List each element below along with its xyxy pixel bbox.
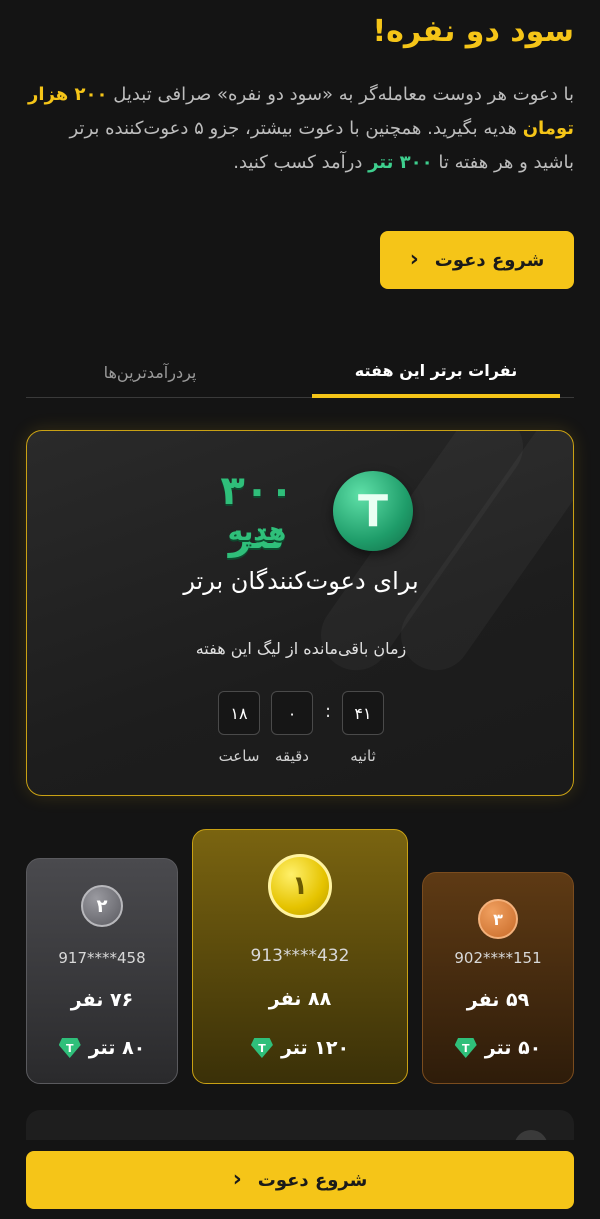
timer-hours: ۱۸	[218, 691, 260, 735]
hours-label: ساعت	[218, 747, 260, 765]
page-title: سود دو نفره!	[372, 14, 574, 49]
tether-icon: T	[454, 1038, 477, 1058]
page-description: با دعوت هر دوست معامله‌گر به «سود دو نفر…	[26, 78, 574, 180]
start-invite-bottom-button[interactable]: شروع دعوت ‹	[26, 1151, 574, 1209]
rank-number: ۳	[493, 909, 503, 929]
bronze-medal-icon: ۳	[478, 899, 518, 939]
leader-reward-value: ۸۰ تتر	[88, 1037, 146, 1059]
description-text-1: با دعوت هر دوست معامله‌گر به «سود دو نفر…	[107, 84, 574, 105]
tether-icon: T	[58, 1038, 81, 1058]
timer-separator: :	[325, 701, 332, 722]
rank-number: ۲	[96, 895, 108, 917]
countdown-label: زمان باقی‌مانده از لیگ این هفته	[195, 639, 407, 658]
tab-top-earners[interactable]: پردرآمدترین‌ها	[26, 346, 274, 398]
page: سود دو نفره! با دعوت هر دوست معامله‌گر ب…	[0, 0, 600, 1219]
leader-card-rank-1: ۱ 913****432 ۸۸ نفر ۱۲۰ تتر T	[192, 829, 408, 1084]
leader-phone: 917****458	[58, 949, 146, 967]
start-invite-label: شروع دعوت	[434, 249, 545, 271]
tab-bar: نفرات برتر این هفته پردرآمدترین‌ها	[26, 346, 574, 398]
silver-medal-icon: ۲	[81, 885, 123, 927]
leader-invite-count: ۵۹ نفر	[466, 989, 530, 1011]
leader-card-rank-2: ۲ 917****458 ۷۶ نفر ۸۰ تتر T	[26, 858, 178, 1084]
seconds-label: ثانیه	[350, 747, 376, 765]
rank-number: ۱	[292, 871, 308, 901]
leader-phone: 913****432	[250, 946, 350, 966]
leader-reward: ۱۲۰ تتر T	[193, 1037, 407, 1059]
countdown-timer: ۴۱ : ۰ ۱۸	[27, 691, 573, 735]
leader-reward-value: ۵۰ تتر	[484, 1037, 542, 1059]
timer-seconds: ۴۱	[342, 691, 384, 735]
banner-caption: برای دعوت‌کنندگان برتر	[183, 567, 419, 595]
leader-card-rank-3: ۳ 902****151 ۵۹ نفر ۵۰ تتر T	[422, 872, 574, 1084]
prize-word: هدیه	[227, 517, 287, 547]
gold-medal-icon: ۱	[268, 854, 332, 918]
timer-minutes: ۰	[271, 691, 313, 735]
tether-coin-icon: T	[333, 471, 413, 551]
chevron-left-icon: ‹	[409, 247, 419, 272]
tab-top-this-week[interactable]: نفرات برتر این هفته	[312, 346, 560, 398]
description-highlight-tether: ۳۰۰ تتر	[368, 152, 433, 173]
leader-phone: 902****151	[454, 949, 542, 967]
leader-invite-count: ۷۶ نفر	[70, 989, 134, 1011]
start-invite-button[interactable]: شروع دعوت ‹	[380, 231, 574, 289]
leader-invite-count: ۸۸ نفر	[268, 988, 332, 1010]
minutes-label: دقیقه	[274, 747, 309, 765]
leader-reward: ۵۰ تتر T	[423, 1037, 573, 1059]
weekly-prize-banner: T ۳۰۰ تتر هدیه برای دعوت‌کنندگان برتر زم…	[26, 430, 574, 796]
tether-icon: T	[250, 1038, 273, 1058]
start-invite-label: شروع دعوت	[257, 1169, 368, 1191]
leader-reward: ۸۰ تتر T	[27, 1037, 177, 1059]
chevron-left-icon: ‹	[232, 1167, 242, 1192]
description-text-3: درآمد کسب کنید.	[233, 152, 369, 173]
leader-reward-value: ۱۲۰ تتر	[280, 1037, 350, 1059]
coin-symbol: T	[358, 485, 389, 537]
